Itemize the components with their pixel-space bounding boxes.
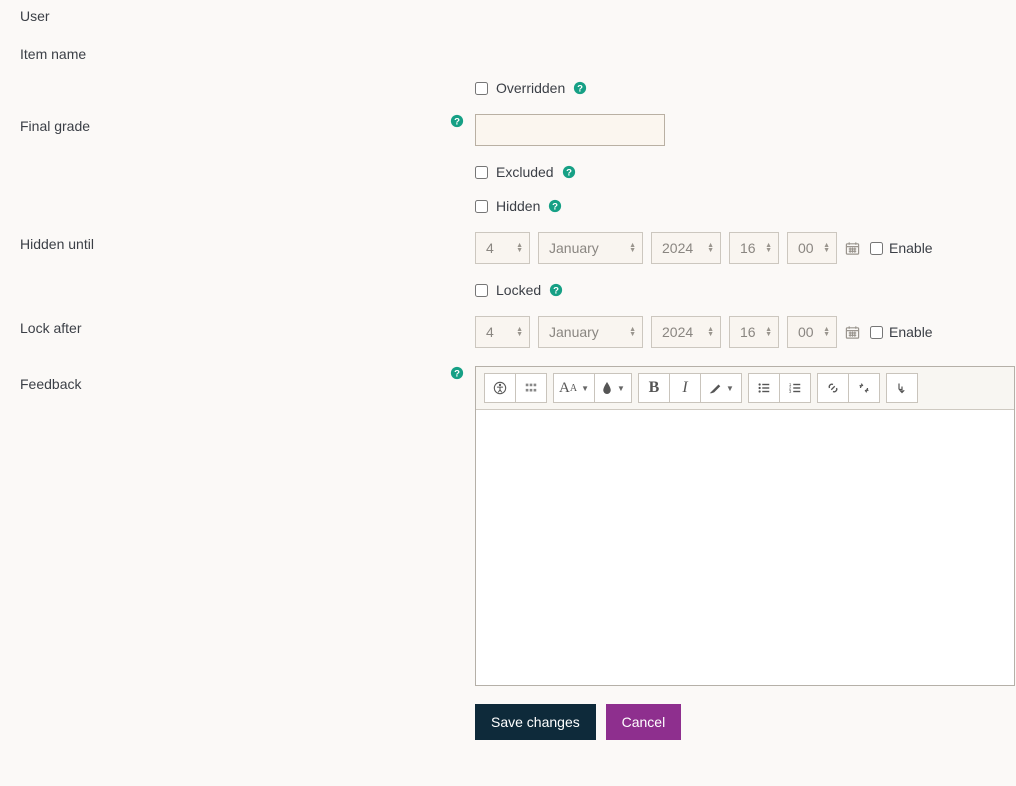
lock-after-minute-select[interactable]: 00 ▲▼ [787,316,837,348]
user-label: User [20,8,50,24]
save-button[interactable]: Save changes [475,704,596,740]
svg-text:?: ? [454,117,460,128]
help-icon[interactable]: ? [562,165,576,179]
excluded-checkbox[interactable] [475,166,488,179]
help-icon[interactable]: ? [450,366,464,380]
hidden-until-enable-checkbox[interactable] [870,242,883,255]
hidden-until-year-select[interactable]: 2024 ▲▼ [651,232,721,264]
cancel-button[interactable]: Cancel [606,704,682,740]
sort-icon: ▲▼ [516,233,523,263]
locked-checkbox[interactable] [475,284,488,297]
lock-after-hour-select[interactable]: 16 ▲▼ [729,316,779,348]
svg-text:3: 3 [789,389,792,394]
lock-after-enable-label: Enable [889,324,933,340]
lock-after-enable-checkbox[interactable] [870,326,883,339]
sort-icon: ▲▼ [629,317,636,347]
sort-icon: ▲▼ [823,233,830,263]
font-size-button[interactable]: AA▼ [553,373,595,403]
feedback-label: Feedback [20,376,81,392]
text-color-button[interactable]: ▼ [594,373,632,403]
final-grade-input[interactable] [475,114,665,146]
sort-icon: ▲▼ [707,317,714,347]
lock-after-year-select[interactable]: 2024 ▲▼ [651,316,721,348]
sort-icon: ▲▼ [629,233,636,263]
lock-after-label: Lock after [20,320,81,336]
hidden-until-enable-label: Enable [889,240,933,256]
hidden-until-label: Hidden until [20,236,94,252]
bullet-list-button[interactable] [748,373,780,403]
feedback-textarea[interactable] [476,410,1014,685]
excluded-label: Excluded [496,164,554,180]
sort-icon: ▲▼ [765,233,772,263]
hidden-label: Hidden [496,198,540,214]
unlink-button[interactable] [848,373,880,403]
svg-text:?: ? [454,369,460,380]
lock-after-month-select[interactable]: January ▲▼ [538,316,643,348]
editor-toolbar: AA▼ ▼ B I ▼ [476,367,1014,410]
sort-icon: ▲▼ [765,317,772,347]
help-icon[interactable]: ? [573,81,587,95]
overridden-checkbox[interactable] [475,82,488,95]
feedback-editor: AA▼ ▼ B I ▼ [475,366,1015,686]
hidden-until-day-select[interactable]: 4 ▲▼ [475,232,530,264]
hidden-until-hour-select[interactable]: 16 ▲▼ [729,232,779,264]
grid-icon[interactable] [515,373,547,403]
help-icon[interactable]: ? [548,199,562,213]
final-grade-label: Final grade [20,118,90,134]
sort-icon: ▲▼ [516,317,523,347]
brush-button[interactable]: ▼ [700,373,742,403]
sort-icon: ▲▼ [707,233,714,263]
item-name-label: Item name [20,46,86,62]
svg-text:?: ? [577,84,583,95]
expand-down-button[interactable] [886,373,918,403]
svg-text:?: ? [552,202,558,213]
italic-button[interactable]: I [669,373,701,403]
svg-text:?: ? [553,286,559,297]
bold-button[interactable]: B [638,373,670,403]
accessibility-icon[interactable] [484,373,516,403]
lock-after-day-select[interactable]: 4 ▲▼ [475,316,530,348]
hidden-checkbox[interactable] [475,200,488,213]
locked-label: Locked [496,282,541,298]
svg-text:?: ? [566,168,572,179]
calendar-icon[interactable] [845,241,860,256]
link-button[interactable] [817,373,849,403]
numbered-list-button[interactable]: 123 [779,373,811,403]
help-icon[interactable]: ? [450,114,464,128]
overridden-label: Overridden [496,80,565,96]
sort-icon: ▲▼ [823,317,830,347]
calendar-icon[interactable] [845,325,860,340]
help-icon[interactable]: ? [549,283,563,297]
hidden-until-month-select[interactable]: January ▲▼ [538,232,643,264]
hidden-until-minute-select[interactable]: 00 ▲▼ [787,232,837,264]
